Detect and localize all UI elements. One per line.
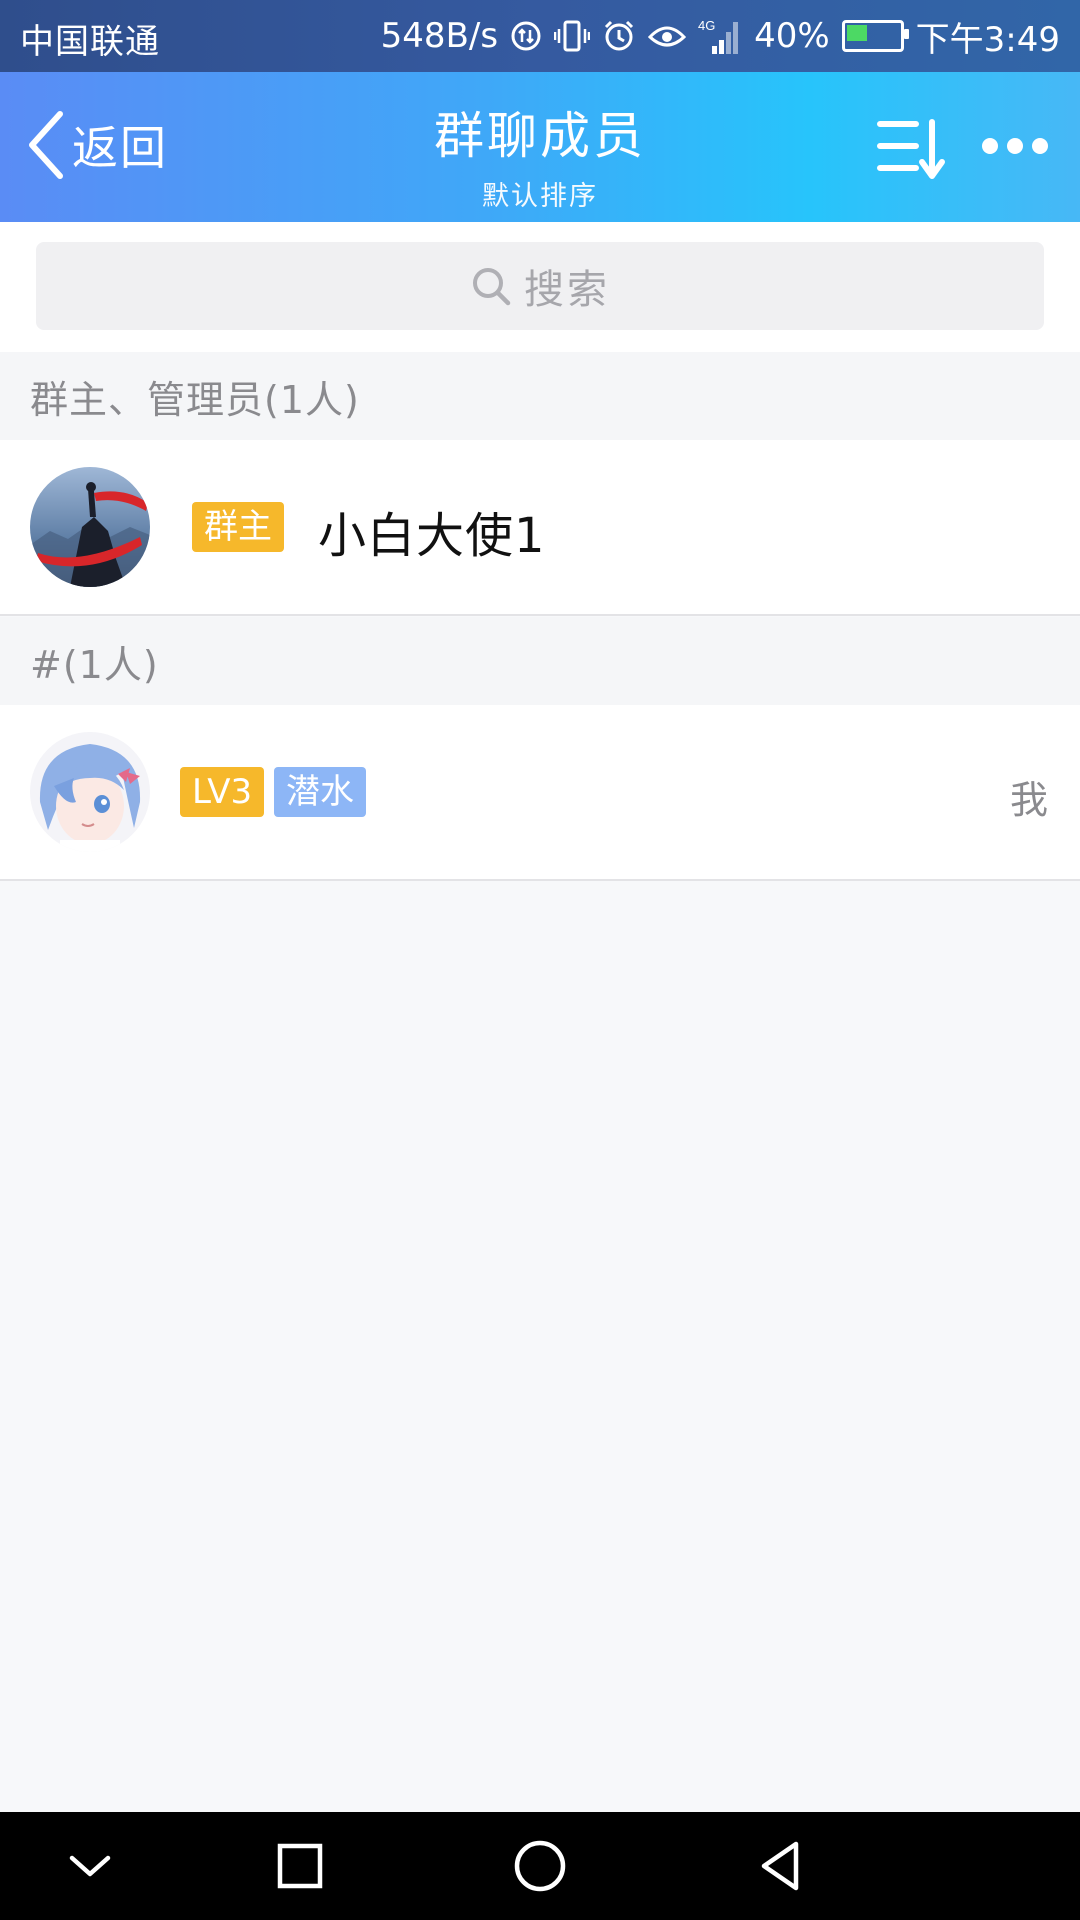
recents-icon[interactable]	[270, 1836, 330, 1896]
search-input[interactable]: 搜索	[36, 242, 1044, 330]
data-icon	[511, 21, 541, 51]
section-header-admins: 群主、管理员(1人)	[0, 352, 1080, 440]
member-name: 小白大使1	[318, 508, 546, 564]
status-right: 548B/s 4G 40% 下午3:49	[381, 10, 1060, 62]
clock: 下午3:49	[915, 19, 1060, 60]
svg-text:4G: 4G	[698, 18, 715, 33]
net-speed: 548B/s	[380, 16, 499, 56]
system-nav-bar	[0, 1812, 1080, 1920]
self-label: 我	[1009, 778, 1048, 822]
search-area: 搜索	[0, 222, 1080, 352]
level-badge: LV3	[180, 767, 265, 817]
owner-badge: 群主	[192, 502, 284, 552]
search-placeholder: 搜索	[524, 267, 610, 313]
alarm-icon	[605, 20, 634, 51]
activity-badge: 潜水	[274, 767, 366, 817]
status-bar: 中国联通 548B/s 4G 40% 下午3:49	[0, 0, 1080, 72]
battery-icon	[841, 20, 909, 52]
home-icon[interactable]	[510, 1836, 570, 1896]
section-title: 群主、管理员(1人)	[30, 377, 360, 422]
section-header-members: #(1人)	[0, 617, 1080, 705]
member-row-owner[interactable]: 群主 小白大使1	[0, 440, 1080, 616]
collapse-icon[interactable]	[60, 1836, 120, 1896]
section-title: #(1人)	[30, 642, 159, 687]
carrier-label: 中国联通	[20, 22, 160, 62]
eye-icon	[648, 26, 687, 47]
vibrate-icon	[554, 20, 591, 52]
signal-icon: 4G	[698, 18, 739, 54]
member-row-self[interactable]: LV3 潜水 我	[0, 705, 1080, 881]
group-members-screen: 中国联通 548B/s 4G 40% 下午3:49 返回 群聊成员 默认排序 搜…	[0, 0, 1080, 1920]
back-triangle-icon[interactable]	[750, 1836, 810, 1896]
search-icon	[473, 268, 511, 306]
sort-icon[interactable]	[876, 116, 948, 182]
more-icon[interactable]	[980, 128, 1050, 164]
avatar[interactable]	[30, 732, 150, 852]
avatar[interactable]	[30, 467, 150, 587]
nav-bar: 返回 群聊成员 默认排序	[0, 72, 1080, 222]
battery-percent: 40%	[754, 16, 830, 56]
